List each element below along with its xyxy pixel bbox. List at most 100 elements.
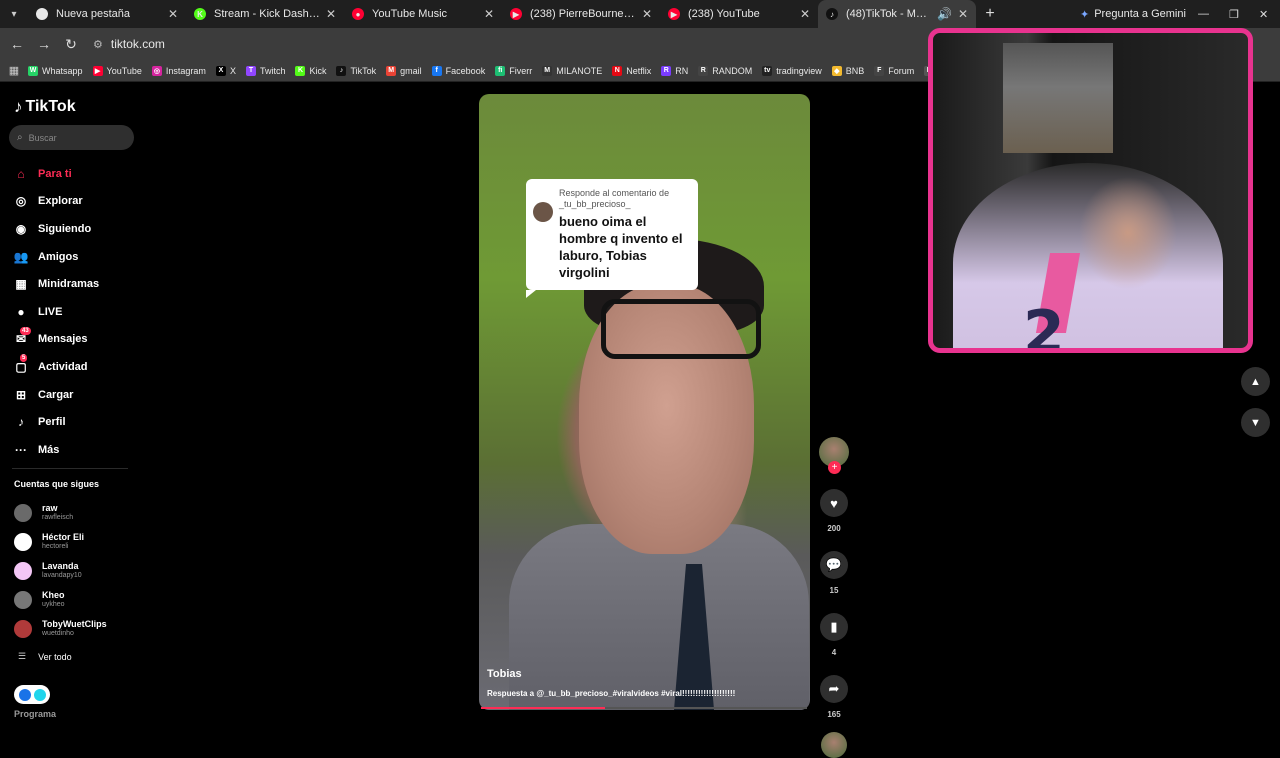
- video-author[interactable]: Tobias: [487, 668, 522, 680]
- gemini-label: Pregunta a Gemini: [1094, 8, 1186, 20]
- bookmark-label: RN: [675, 65, 689, 76]
- bookmark-icon[interactable]: ▮: [820, 613, 848, 641]
- reload-icon[interactable]: ↻: [59, 36, 83, 53]
- bookmark-item[interactable]: F Forum: [874, 65, 914, 76]
- bookmark-item[interactable]: Mgmail: [386, 65, 422, 76]
- comment-action[interactable]: 💬 15: [817, 551, 851, 595]
- new-tab-button[interactable]: +: [976, 5, 1004, 23]
- sidebar-item-upload[interactable]: ⊞ Cargar: [12, 381, 99, 409]
- browser-tab[interactable]: ● YouTube Music ✕: [344, 0, 502, 28]
- upload-icon: ⊞: [15, 387, 27, 402]
- program-toggle[interactable]: [14, 685, 50, 704]
- bookmark-item[interactable]: K Kick: [295, 65, 326, 76]
- close-tab-icon[interactable]: ✕: [958, 7, 968, 21]
- bookmark-item[interactable]: W Whatsapp: [28, 65, 83, 76]
- tiktok-logo[interactable]: ♪ TikTok: [14, 97, 76, 117]
- close-tab-icon[interactable]: ✕: [800, 7, 810, 21]
- sidebar-item-live[interactable]: ● LIVE: [12, 298, 99, 326]
- browser-tab[interactable]: ♪ (48)TikTok - Make Your Day 🔊 ✕: [818, 0, 976, 28]
- back-icon[interactable]: ←: [5, 36, 29, 52]
- video-progress-bar[interactable]: [481, 707, 807, 709]
- search-placeholder: Buscar: [28, 132, 57, 143]
- bookmark-label: tradingview: [776, 65, 822, 76]
- bookmark-item[interactable]: ◎ Instagram: [151, 65, 206, 76]
- bookmark-item[interactable]: M MILANOTE: [542, 65, 602, 76]
- share-count: 165: [827, 710, 841, 719]
- followed-account[interactable]: TobyWuetClips wuetdinho: [14, 614, 107, 643]
- forward-icon[interactable]: →: [32, 36, 56, 52]
- bookmark-item[interactable]: fi Fiverr: [495, 65, 532, 76]
- bookmark-item[interactable]: N Netflix: [612, 65, 651, 76]
- sidebar-item-activity[interactable]: ▢ 5 Actividad: [12, 353, 99, 381]
- browser-tab[interactable]: ◎ Nueva pestaña ✕: [28, 0, 186, 28]
- sound-avatar[interactable]: [821, 732, 847, 758]
- webcam-background-window: [1003, 43, 1113, 153]
- close-tab-icon[interactable]: ✕: [326, 7, 336, 21]
- follow-plus-icon[interactable]: +: [828, 461, 841, 474]
- bookmark-item[interactable]: tv tradingview: [762, 65, 822, 76]
- webcam-overlay: 2: [928, 28, 1253, 353]
- comment-reply-card[interactable]: Responde al comentario de _tu_bb_precios…: [526, 179, 698, 298]
- bookmark-item[interactable]: T Twitch: [245, 65, 285, 76]
- avatar: [14, 619, 32, 638]
- see-all-button[interactable]: ☰ Ver todo: [18, 651, 72, 662]
- close-tab-icon[interactable]: ✕: [484, 7, 494, 21]
- bookmark-icon: R: [698, 65, 709, 76]
- sidebar-item-messages[interactable]: ✉ 43 Mensajes: [12, 326, 99, 354]
- sidebar-item-minidramas[interactable]: ▦ Minidramas: [12, 270, 99, 298]
- site-info-icon[interactable]: ⚙: [93, 38, 103, 51]
- sidebar-item-friends[interactable]: 👥 Amigos: [12, 243, 99, 271]
- bookmark-item[interactable]: f Facebook: [431, 65, 485, 76]
- account-handle: wuetdinho: [42, 630, 74, 637]
- tab-search-icon[interactable]: ▾: [0, 0, 28, 28]
- sidebar-item-profile[interactable]: ♪ Perfil: [12, 408, 99, 436]
- share-icon[interactable]: ➦: [820, 675, 848, 703]
- bookmark-item[interactable]: R RN: [661, 65, 689, 76]
- restore-icon[interactable]: ❐: [1229, 0, 1239, 28]
- bookmark-label: X: [229, 65, 236, 76]
- bookmark-icon: f: [431, 65, 442, 76]
- followed-account[interactable]: Kheo uykheo: [14, 585, 107, 614]
- like-count: 200: [827, 524, 841, 533]
- sidebar-item-compass[interactable]: ◎ Explorar: [12, 188, 99, 216]
- comment-icon[interactable]: 💬: [820, 551, 848, 579]
- share-action[interactable]: ➦ 165: [817, 675, 851, 719]
- save-action[interactable]: ▮ 4: [817, 613, 851, 657]
- minimize-icon[interactable]: —: [1198, 0, 1209, 28]
- browser-tab[interactable]: ▶ (238) YouTube ✕: [660, 0, 818, 28]
- followed-account[interactable]: Lavanda lavandapy10: [14, 556, 107, 585]
- search-icon: ⌕: [17, 132, 23, 143]
- bookmark-item[interactable]: ♪ TikTok: [336, 65, 376, 76]
- gemini-icon: ✦: [1080, 8, 1090, 21]
- previous-video-button[interactable]: ▲: [1241, 367, 1270, 396]
- tab-favicon-icon: ◎: [36, 8, 48, 20]
- url-field[interactable]: ⚙ tiktok.com: [93, 37, 165, 51]
- close-window-icon[interactable]: ✕: [1259, 0, 1268, 28]
- sidebar-item-home[interactable]: ⌂ Para ti: [12, 160, 99, 188]
- bookmark-icon: ◆: [831, 65, 842, 76]
- see-all-label: Ver todo: [38, 651, 72, 662]
- bookmark-item[interactable]: XX: [215, 65, 236, 76]
- heart-icon[interactable]: ♥: [820, 489, 848, 517]
- bookmark-item[interactable]: R RANDOM: [698, 65, 752, 76]
- gemini-button[interactable]: ✦ Pregunta a Gemini: [1080, 0, 1186, 28]
- account-name: Héctor Eli: [42, 532, 85, 542]
- sidebar-item-following[interactable]: ◉ Siguiendo: [12, 215, 99, 243]
- apps-grid-icon[interactable]: ▦: [0, 64, 28, 77]
- bookmark-item[interactable]: ▶ YouTube: [92, 65, 142, 76]
- sidebar-item-more[interactable]: ··· Más: [12, 436, 99, 464]
- followed-account[interactable]: Héctor Eli hectoreli: [14, 527, 107, 556]
- bookmark-item[interactable]: ◆ BNB: [831, 65, 864, 76]
- followed-account[interactable]: raw rawfleisch: [14, 498, 107, 527]
- close-tab-icon[interactable]: ✕: [168, 7, 178, 21]
- speaker-icon[interactable]: 🔊: [937, 7, 952, 21]
- like-action[interactable]: ♥ 200: [817, 489, 851, 533]
- search-input[interactable]: ⌕ Buscar: [9, 125, 134, 150]
- commenter-avatar: [533, 202, 553, 222]
- close-tab-icon[interactable]: ✕: [642, 7, 652, 21]
- next-video-button[interactable]: ▼: [1241, 408, 1270, 437]
- browser-tab[interactable]: ▶ (238) PierreBourne - YouTube ✕: [502, 0, 660, 28]
- tab-strip: ◎ Nueva pestaña ✕ K Stream - Kick Dashboard ✕…: [28, 0, 976, 28]
- browser-tab[interactable]: K Stream - Kick Dashboard ✕: [186, 0, 344, 28]
- creator-avatar[interactable]: +: [819, 437, 849, 474]
